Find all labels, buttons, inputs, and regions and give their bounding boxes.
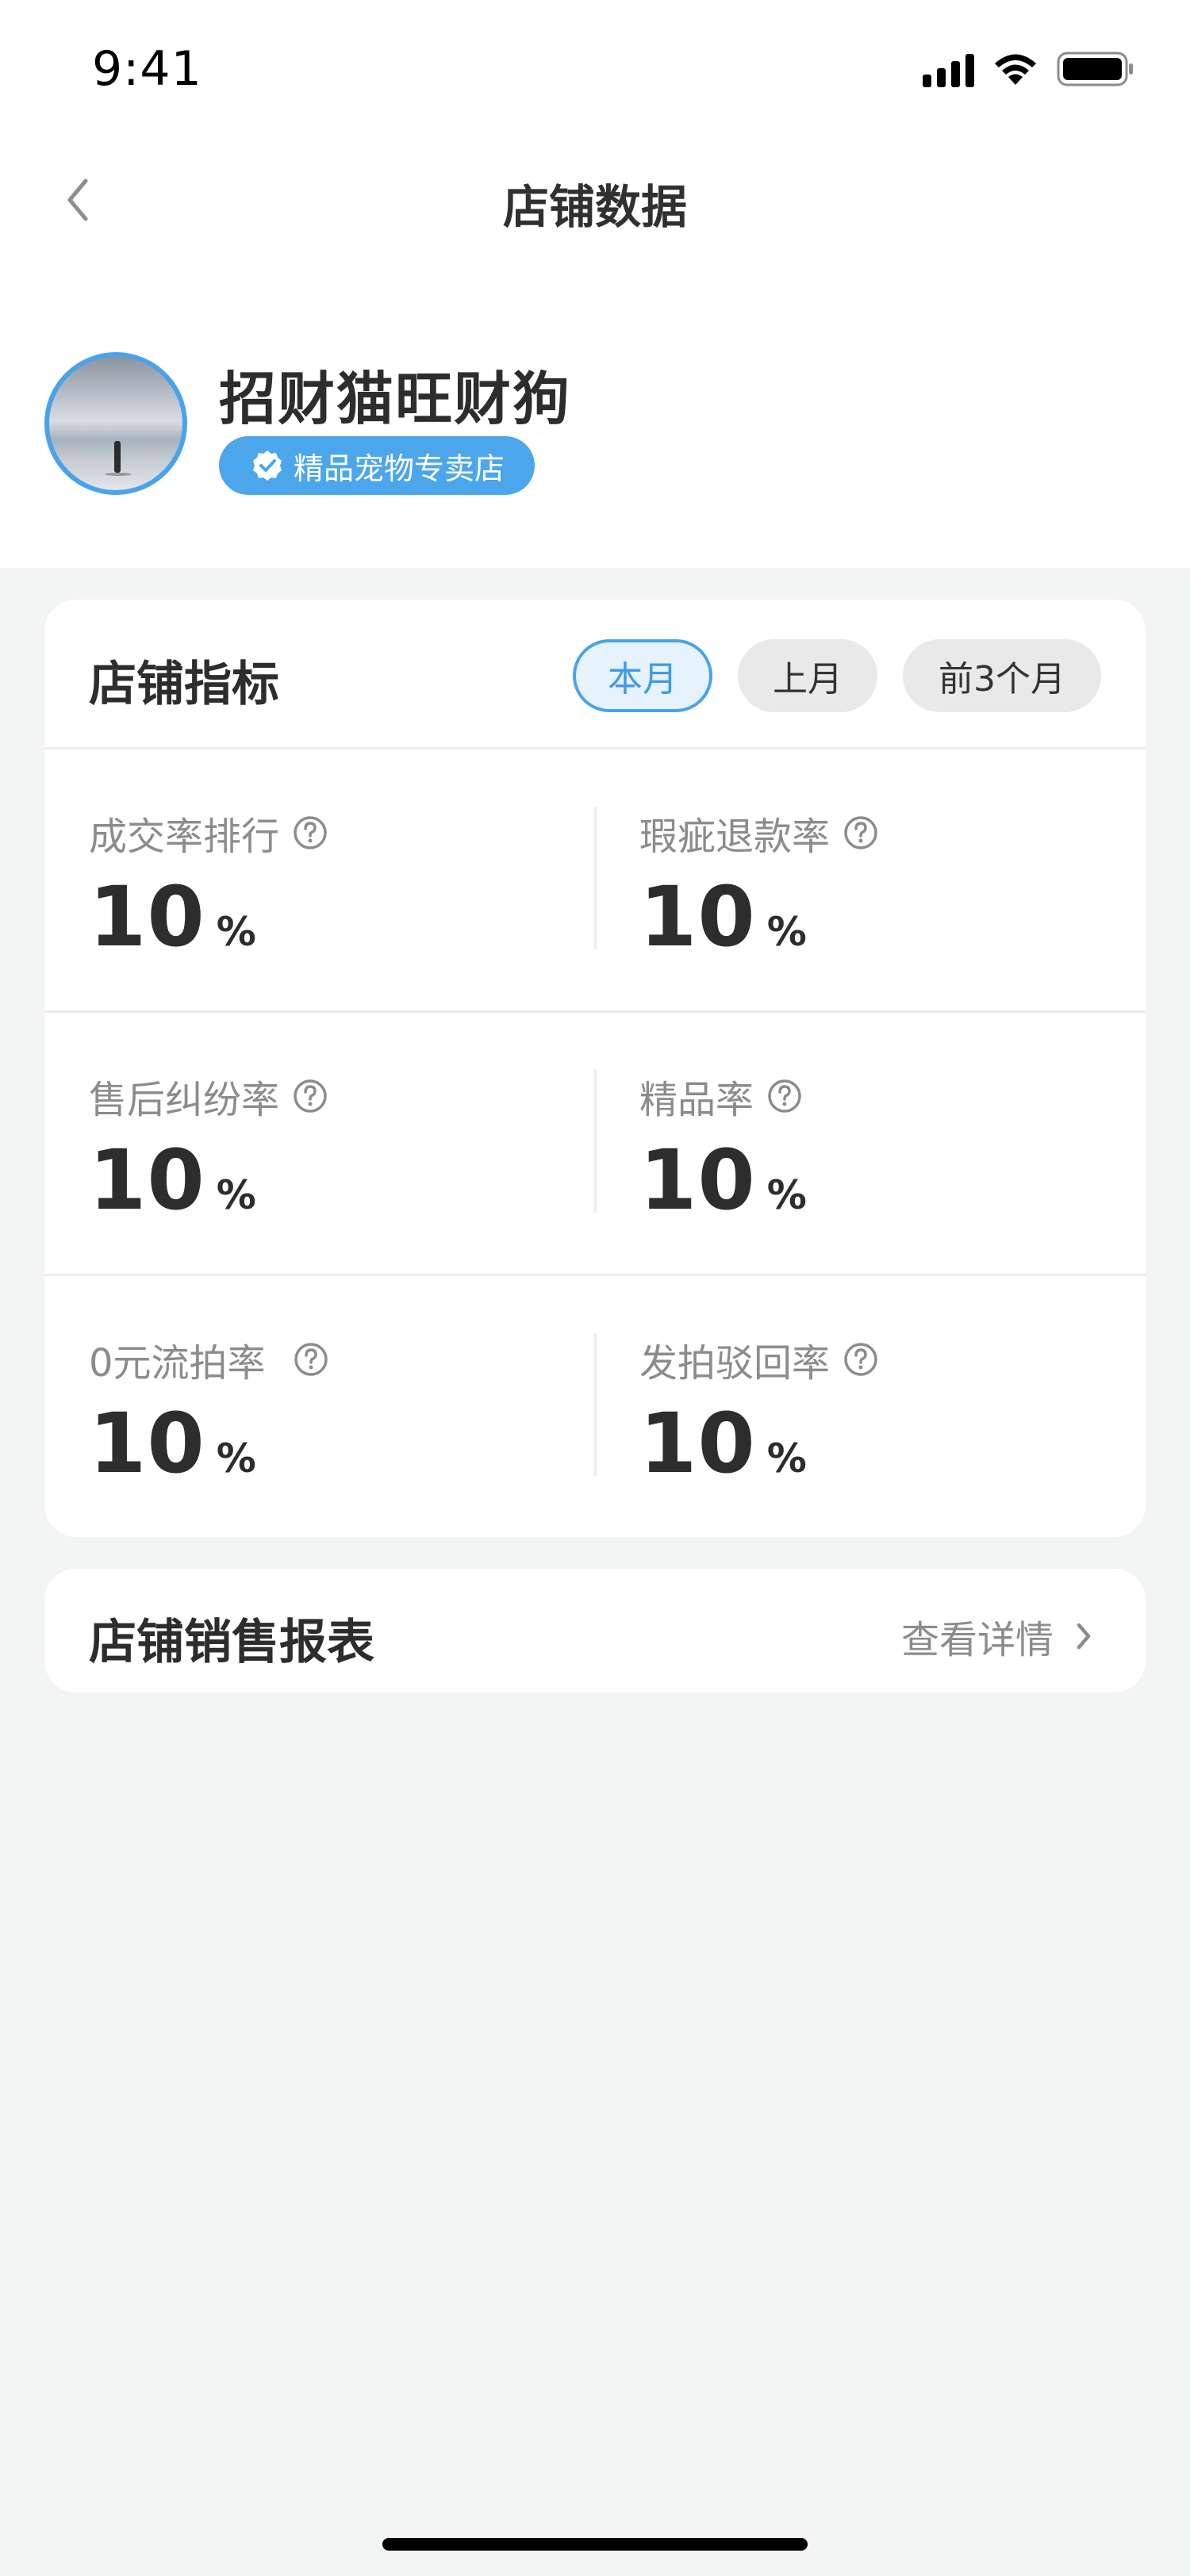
home-indicator[interactable]: [382, 2538, 808, 2551]
status-time: 9:41: [92, 41, 202, 97]
battery-icon: [1057, 51, 1134, 87]
shop-badge-label: 精品宠物专卖店: [294, 450, 505, 486]
metric-value: 10: [89, 1132, 205, 1229]
metric-label: 发拍驳回率: [639, 1341, 831, 1386]
metric-unit: %: [216, 1172, 256, 1218]
metrics-row: 成交率排行 10 % 瑕疵退款率 10 %: [44, 747, 1146, 1010]
period-tabs: 本月 上月 前3个月: [573, 639, 1101, 712]
metric-unit: %: [216, 909, 256, 955]
sales-report-card[interactable]: 店铺销售报表 查看详情: [44, 1569, 1146, 1692]
chevron-right-icon: [1077, 1623, 1091, 1650]
metric-defect-refund-rate: 瑕疵退款率 10 %: [595, 749, 1146, 1010]
help-icon[interactable]: [843, 1341, 879, 1378]
page-title: 店铺数据: [502, 180, 687, 234]
tab-last-3-months[interactable]: 前3个月: [903, 639, 1101, 712]
metric-value: 10: [639, 1395, 756, 1492]
metric-value: 10: [89, 868, 205, 965]
metrics-card: 店铺指标 本月 上月 前3个月 成交率排行 10 % 瑕疵退款率 10 % 售后…: [44, 600, 1146, 1537]
cellular-signal-icon: [923, 51, 974, 87]
metric-zero-yuan-unsold-rate: 0元流拍率 10 %: [44, 1276, 595, 1537]
metric-unit: %: [766, 1436, 807, 1482]
help-icon[interactable]: [293, 1341, 329, 1378]
metric-unit: %: [766, 1172, 807, 1218]
metric-label: 瑕疵退款率: [639, 815, 831, 859]
metrics-title: 店铺指标: [89, 657, 279, 712]
metric-listing-rejection-rate: 发拍驳回率 10 %: [595, 1276, 1146, 1537]
metric-deal-rate-rank: 成交率排行 10 %: [44, 749, 595, 1010]
status-bar: 9:41: [0, 0, 1190, 143]
wifi-icon: [992, 52, 1039, 86]
metric-premium-rate: 精品率 10 %: [595, 1013, 1146, 1274]
help-icon[interactable]: [292, 1078, 328, 1114]
status-icons: [923, 51, 1134, 87]
help-icon[interactable]: [766, 1078, 803, 1114]
shop-avatar[interactable]: [44, 352, 187, 495]
metric-label: 售后纠纷率: [89, 1078, 280, 1122]
tab-this-month[interactable]: 本月: [573, 639, 712, 712]
metric-value: 10: [89, 1395, 205, 1492]
metrics-row: 0元流拍率 10 % 发拍驳回率 10 %: [44, 1274, 1146, 1537]
metrics-card-header: 店铺指标 本月 上月 前3个月: [44, 600, 1146, 747]
metric-value: 10: [639, 868, 756, 965]
view-details-label: 查看详情: [900, 1618, 1054, 1662]
help-icon[interactable]: [843, 815, 879, 851]
metric-unit: %: [766, 909, 807, 955]
shop-badge: 精品宠物专卖店: [219, 436, 536, 495]
metric-label: 成交率排行: [89, 815, 280, 859]
verified-check-icon: [251, 449, 284, 482]
metrics-row: 售后纠纷率 10 % 精品率 10 %: [44, 1010, 1146, 1274]
metric-label: 精品率: [639, 1078, 754, 1122]
view-details-link[interactable]: 查看详情: [901, 1608, 1095, 1664]
shop-name: 招财猫旺财狗: [219, 366, 572, 432]
help-icon[interactable]: [292, 815, 328, 851]
metric-label: 0元流拍率: [89, 1341, 266, 1386]
metric-value: 10: [639, 1132, 756, 1229]
page: 9:41 店铺数据 招财猫旺财狗 精品宠物专卖店 店铺指标 本月 上月 前3个月…: [0, 0, 1190, 2576]
tab-last-month[interactable]: 上月: [738, 639, 877, 712]
metric-unit: %: [216, 1436, 256, 1482]
metric-after-sales-dispute-rate: 售后纠纷率 10 %: [44, 1013, 595, 1274]
sales-report-title: 店铺销售报表: [89, 1615, 374, 1670]
